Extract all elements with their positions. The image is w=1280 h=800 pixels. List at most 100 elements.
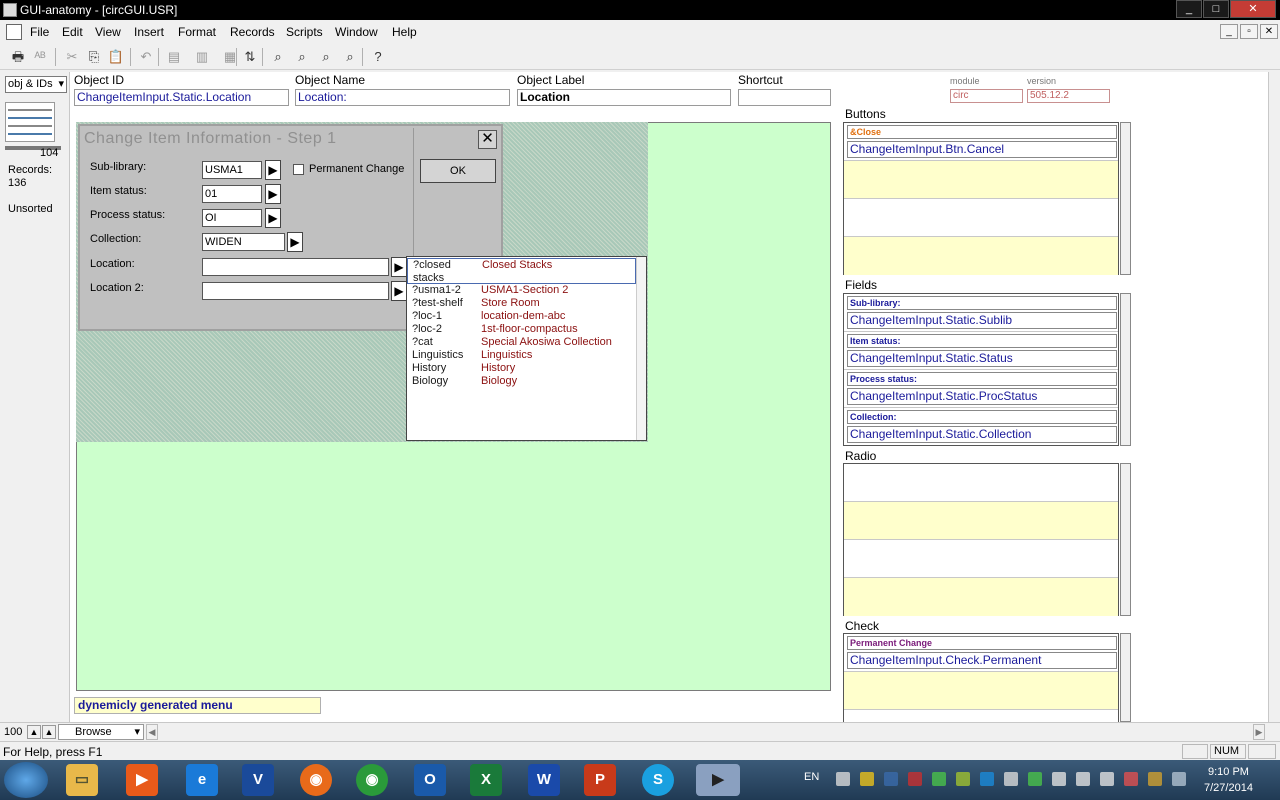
delete-record-icon[interactable]: ▦: [220, 47, 240, 67]
list-item[interactable]: [844, 237, 1118, 275]
find-icon[interactable]: ⌕: [268, 47, 288, 67]
tray-icon[interactable]: [1076, 772, 1090, 786]
radio-scrollbar[interactable]: [1120, 463, 1131, 616]
internet-explorer-icon[interactable]: e: [186, 764, 218, 796]
mdi-restore-button[interactable]: ▫: [1240, 24, 1258, 39]
collection-arrow-icon[interactable]: ▶: [287, 232, 303, 252]
list-item[interactable]: Item status: ChangeItemInput.Static.Stat…: [844, 332, 1118, 370]
button-label-field[interactable]: &Close: [847, 125, 1117, 139]
list-item[interactable]: [844, 672, 1118, 710]
explorer-icon[interactable]: ▭: [66, 764, 98, 796]
list-item[interactable]: [844, 161, 1118, 199]
powerpoint-icon[interactable]: P: [584, 764, 616, 796]
check-label-field[interactable]: Permanent Change: [847, 636, 1117, 650]
sort-icon[interactable]: ⇅: [240, 47, 260, 67]
menu-edit[interactable]: Edit: [62, 25, 83, 39]
cut-icon[interactable]: ✂: [62, 47, 82, 67]
list-item[interactable]: Collection: ChangeItemInput.Static.Colle…: [844, 408, 1118, 446]
book-icon[interactable]: [5, 102, 55, 142]
mdi-close-button[interactable]: ✕: [1260, 24, 1278, 39]
process-status-arrow-icon[interactable]: ▶: [265, 208, 281, 228]
menu-insert[interactable]: Insert: [134, 25, 164, 39]
location-2-field[interactable]: [202, 282, 389, 300]
location-2-arrow-icon[interactable]: ▶: [391, 281, 407, 301]
menu-scripts[interactable]: Scripts: [286, 25, 323, 39]
mode-select[interactable]: Browse ▾: [58, 724, 144, 740]
list-item[interactable]: History History: [407, 362, 636, 375]
check-id-field[interactable]: ChangeItemInput.Check.Permanent: [847, 652, 1117, 669]
buttons-scrollbar[interactable]: [1120, 122, 1131, 275]
field-label-field[interactable]: Process status:: [847, 372, 1117, 386]
list-item[interactable]: Sub-library: ChangeItemInput.Static.Subl…: [844, 294, 1118, 332]
sub-library-field[interactable]: USMA1: [202, 161, 262, 179]
object-name-field[interactable]: Location:: [295, 89, 510, 106]
language-indicator[interactable]: EN: [804, 771, 819, 783]
word-icon[interactable]: W: [528, 764, 560, 796]
fields-scrollbar[interactable]: [1120, 293, 1131, 446]
sub-library-arrow-icon[interactable]: ▶: [265, 160, 281, 180]
list-item[interactable]: ?closed stacks Closed Stacks: [407, 258, 636, 284]
field-id-field[interactable]: ChangeItemInput.Static.Collection: [847, 426, 1117, 443]
mdi-minimize-button[interactable]: _: [1220, 24, 1238, 39]
field-id-field[interactable]: ChangeItemInput.Static.ProcStatus: [847, 388, 1117, 405]
field-label-field[interactable]: Item status:: [847, 334, 1117, 348]
document-icon[interactable]: [6, 24, 22, 40]
version-field[interactable]: 505.12.2: [1027, 89, 1110, 103]
firefox-icon[interactable]: ◉: [300, 764, 332, 796]
list-item[interactable]: Biology Biology: [407, 375, 636, 388]
skype-icon[interactable]: S: [642, 764, 674, 796]
list-item[interactable]: [844, 540, 1118, 578]
filemaker-icon[interactable]: ▶: [696, 764, 740, 796]
tray-icon[interactable]: [1172, 772, 1186, 786]
clock-time[interactable]: 9:10 PM: [1208, 766, 1249, 778]
network-icon[interactable]: [1100, 772, 1114, 786]
location-arrow-icon[interactable]: ▶: [391, 257, 407, 277]
ok-button[interactable]: OK: [420, 159, 496, 183]
outlook-icon[interactable]: O: [414, 764, 446, 796]
list-item[interactable]: ?test-shelf Store Room: [407, 297, 636, 310]
new-record-icon[interactable]: ▤: [164, 47, 184, 67]
list-item[interactable]: [844, 578, 1118, 616]
monitor-icon[interactable]: [1004, 772, 1018, 786]
field-id-field[interactable]: ChangeItemInput.Static.Sublib: [847, 312, 1117, 329]
menu-view[interactable]: View: [95, 25, 121, 39]
list-item[interactable]: [844, 464, 1118, 502]
tray-icon[interactable]: [932, 772, 946, 786]
visio-icon[interactable]: V: [242, 764, 274, 796]
list-item[interactable]: [844, 199, 1118, 237]
menu-file[interactable]: File: [30, 25, 49, 39]
find-all-icon[interactable]: ⌕: [292, 47, 312, 67]
media-player-icon[interactable]: ▶: [126, 764, 158, 796]
list-item[interactable]: ?loc-1 location-dem-abc: [407, 310, 636, 323]
paste-icon[interactable]: 📋: [106, 47, 126, 67]
list-item[interactable]: Process status: ChangeItemInput.Static.P…: [844, 370, 1118, 408]
menu-help[interactable]: Help: [392, 25, 417, 39]
collection-field[interactable]: WIDEN: [202, 233, 285, 251]
app-icon[interactable]: [3, 3, 17, 17]
find-omitted-icon[interactable]: ⌕: [316, 47, 336, 67]
field-id-field[interactable]: ChangeItemInput.Static.Status: [847, 350, 1117, 367]
item-status-field[interactable]: 01: [202, 185, 262, 203]
location-field[interactable]: [202, 258, 389, 276]
menu-records[interactable]: Records: [230, 25, 275, 39]
tray-icon[interactable]: [908, 772, 922, 786]
copy-icon[interactable]: ⎘: [84, 47, 104, 67]
zoom-in-icon[interactable]: ▲: [42, 725, 56, 739]
check-scrollbar[interactable]: [1120, 633, 1131, 722]
find-replace-icon[interactable]: ⌕: [340, 47, 360, 67]
menu-format[interactable]: Format: [178, 25, 216, 39]
minimize-button[interactable]: _: [1176, 0, 1202, 18]
clock-date[interactable]: 7/27/2014: [1204, 782, 1253, 794]
close-button[interactable]: ✕: [1230, 0, 1276, 18]
process-status-field[interactable]: OI: [202, 209, 262, 227]
list-item[interactable]: Linguistics Linguistics: [407, 349, 636, 362]
list-item[interactable]: ?usma1-2 USMA1-Section 2: [407, 284, 636, 297]
scroll-left-icon[interactable]: ◀: [146, 724, 158, 740]
tray-icon[interactable]: [956, 772, 970, 786]
dialog-close-icon[interactable]: ✕: [478, 130, 497, 149]
volume-icon[interactable]: [1124, 772, 1138, 786]
start-button[interactable]: [4, 762, 48, 798]
dropdown-scrollbar[interactable]: [636, 257, 646, 440]
tray-icon[interactable]: [884, 772, 898, 786]
list-item[interactable]: &Close ChangeItemInput.Btn.Cancel: [844, 123, 1118, 161]
